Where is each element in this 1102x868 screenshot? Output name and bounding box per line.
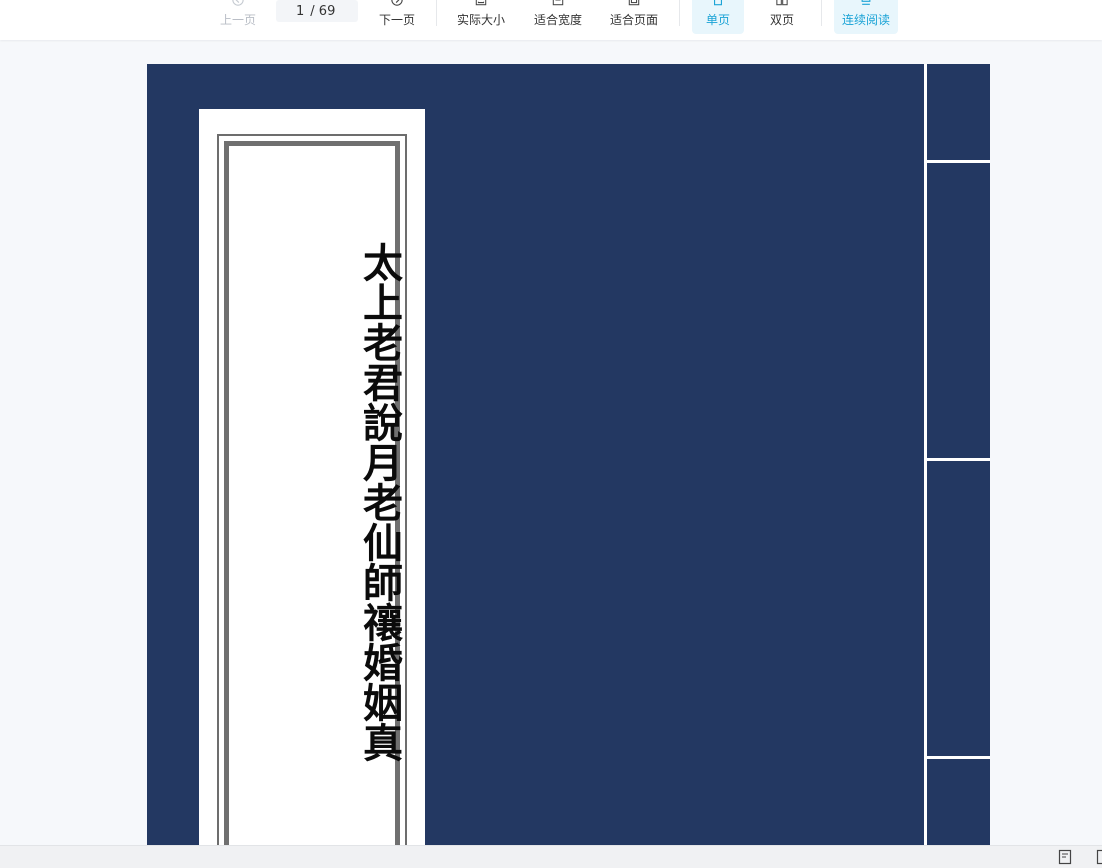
arrow-right-circle-icon bbox=[390, 0, 404, 6]
cover-title-text: 太上老君說月老仙師禳婚姻真 bbox=[219, 162, 405, 842]
cover-title-slip: 太上老君說月老仙師禳婚姻真 bbox=[199, 109, 425, 845]
viewer-toolbar: 上一页 1 / 69 下一页 实际大小 适合宽度 适合页面 单页 双页 连续阅读 bbox=[0, 0, 1102, 40]
next-page-label: 下一页 bbox=[379, 11, 415, 28]
prev-page-button[interactable]: 上一页 bbox=[217, 0, 259, 34]
total-pages-value: / 69 bbox=[310, 4, 335, 19]
fit-page-button[interactable]: 适合页面 bbox=[607, 0, 661, 34]
continuous-reading-button[interactable]: 连续阅读 bbox=[834, 0, 898, 34]
toolbar-divider bbox=[679, 0, 680, 26]
book-binding-line bbox=[924, 64, 927, 845]
fit-width-label: 适合宽度 bbox=[534, 11, 582, 28]
actual-size-icon bbox=[474, 0, 488, 6]
continuous-reading-icon bbox=[859, 0, 873, 6]
double-page-button[interactable]: 双页 bbox=[758, 0, 806, 34]
actual-size-button[interactable]: 实际大小 bbox=[454, 0, 508, 34]
binding-stitch bbox=[927, 458, 990, 461]
single-page-icon bbox=[711, 0, 725, 6]
fit-width-icon bbox=[551, 0, 565, 6]
status-bar bbox=[0, 845, 1102, 868]
fit-page-label: 适合页面 bbox=[610, 11, 658, 28]
current-page-value: 1 bbox=[296, 4, 304, 19]
arrow-left-circle-icon bbox=[231, 0, 245, 6]
prev-page-label: 上一页 bbox=[220, 11, 256, 28]
book-cover-page: 太上老君說月老仙師禳婚姻真 bbox=[147, 64, 990, 845]
document-viewer[interactable]: 太上老君說月老仙師禳婚姻真 bbox=[0, 40, 1102, 845]
next-page-button[interactable]: 下一页 bbox=[376, 0, 418, 34]
toolbar-divider bbox=[436, 0, 437, 26]
fit-page-icon bbox=[627, 0, 641, 6]
page-view-icon[interactable] bbox=[1057, 849, 1073, 865]
fit-width-button[interactable]: 适合宽度 bbox=[531, 0, 585, 34]
double-page-label: 双页 bbox=[770, 11, 794, 28]
single-page-button[interactable]: 单页 bbox=[692, 0, 744, 34]
actual-size-label: 实际大小 bbox=[457, 11, 505, 28]
layout-view-icon[interactable] bbox=[1096, 849, 1102, 865]
continuous-reading-label: 连续阅读 bbox=[842, 11, 890, 28]
single-page-label: 单页 bbox=[706, 11, 730, 28]
toolbar-divider bbox=[821, 0, 822, 26]
page-number-field[interactable]: 1 / 69 bbox=[276, 0, 358, 22]
binding-stitch bbox=[927, 160, 990, 163]
binding-stitch bbox=[927, 756, 990, 759]
double-page-icon bbox=[775, 0, 789, 6]
title-slip-border: 太上老君說月老仙師禳婚姻真 bbox=[217, 134, 407, 845]
